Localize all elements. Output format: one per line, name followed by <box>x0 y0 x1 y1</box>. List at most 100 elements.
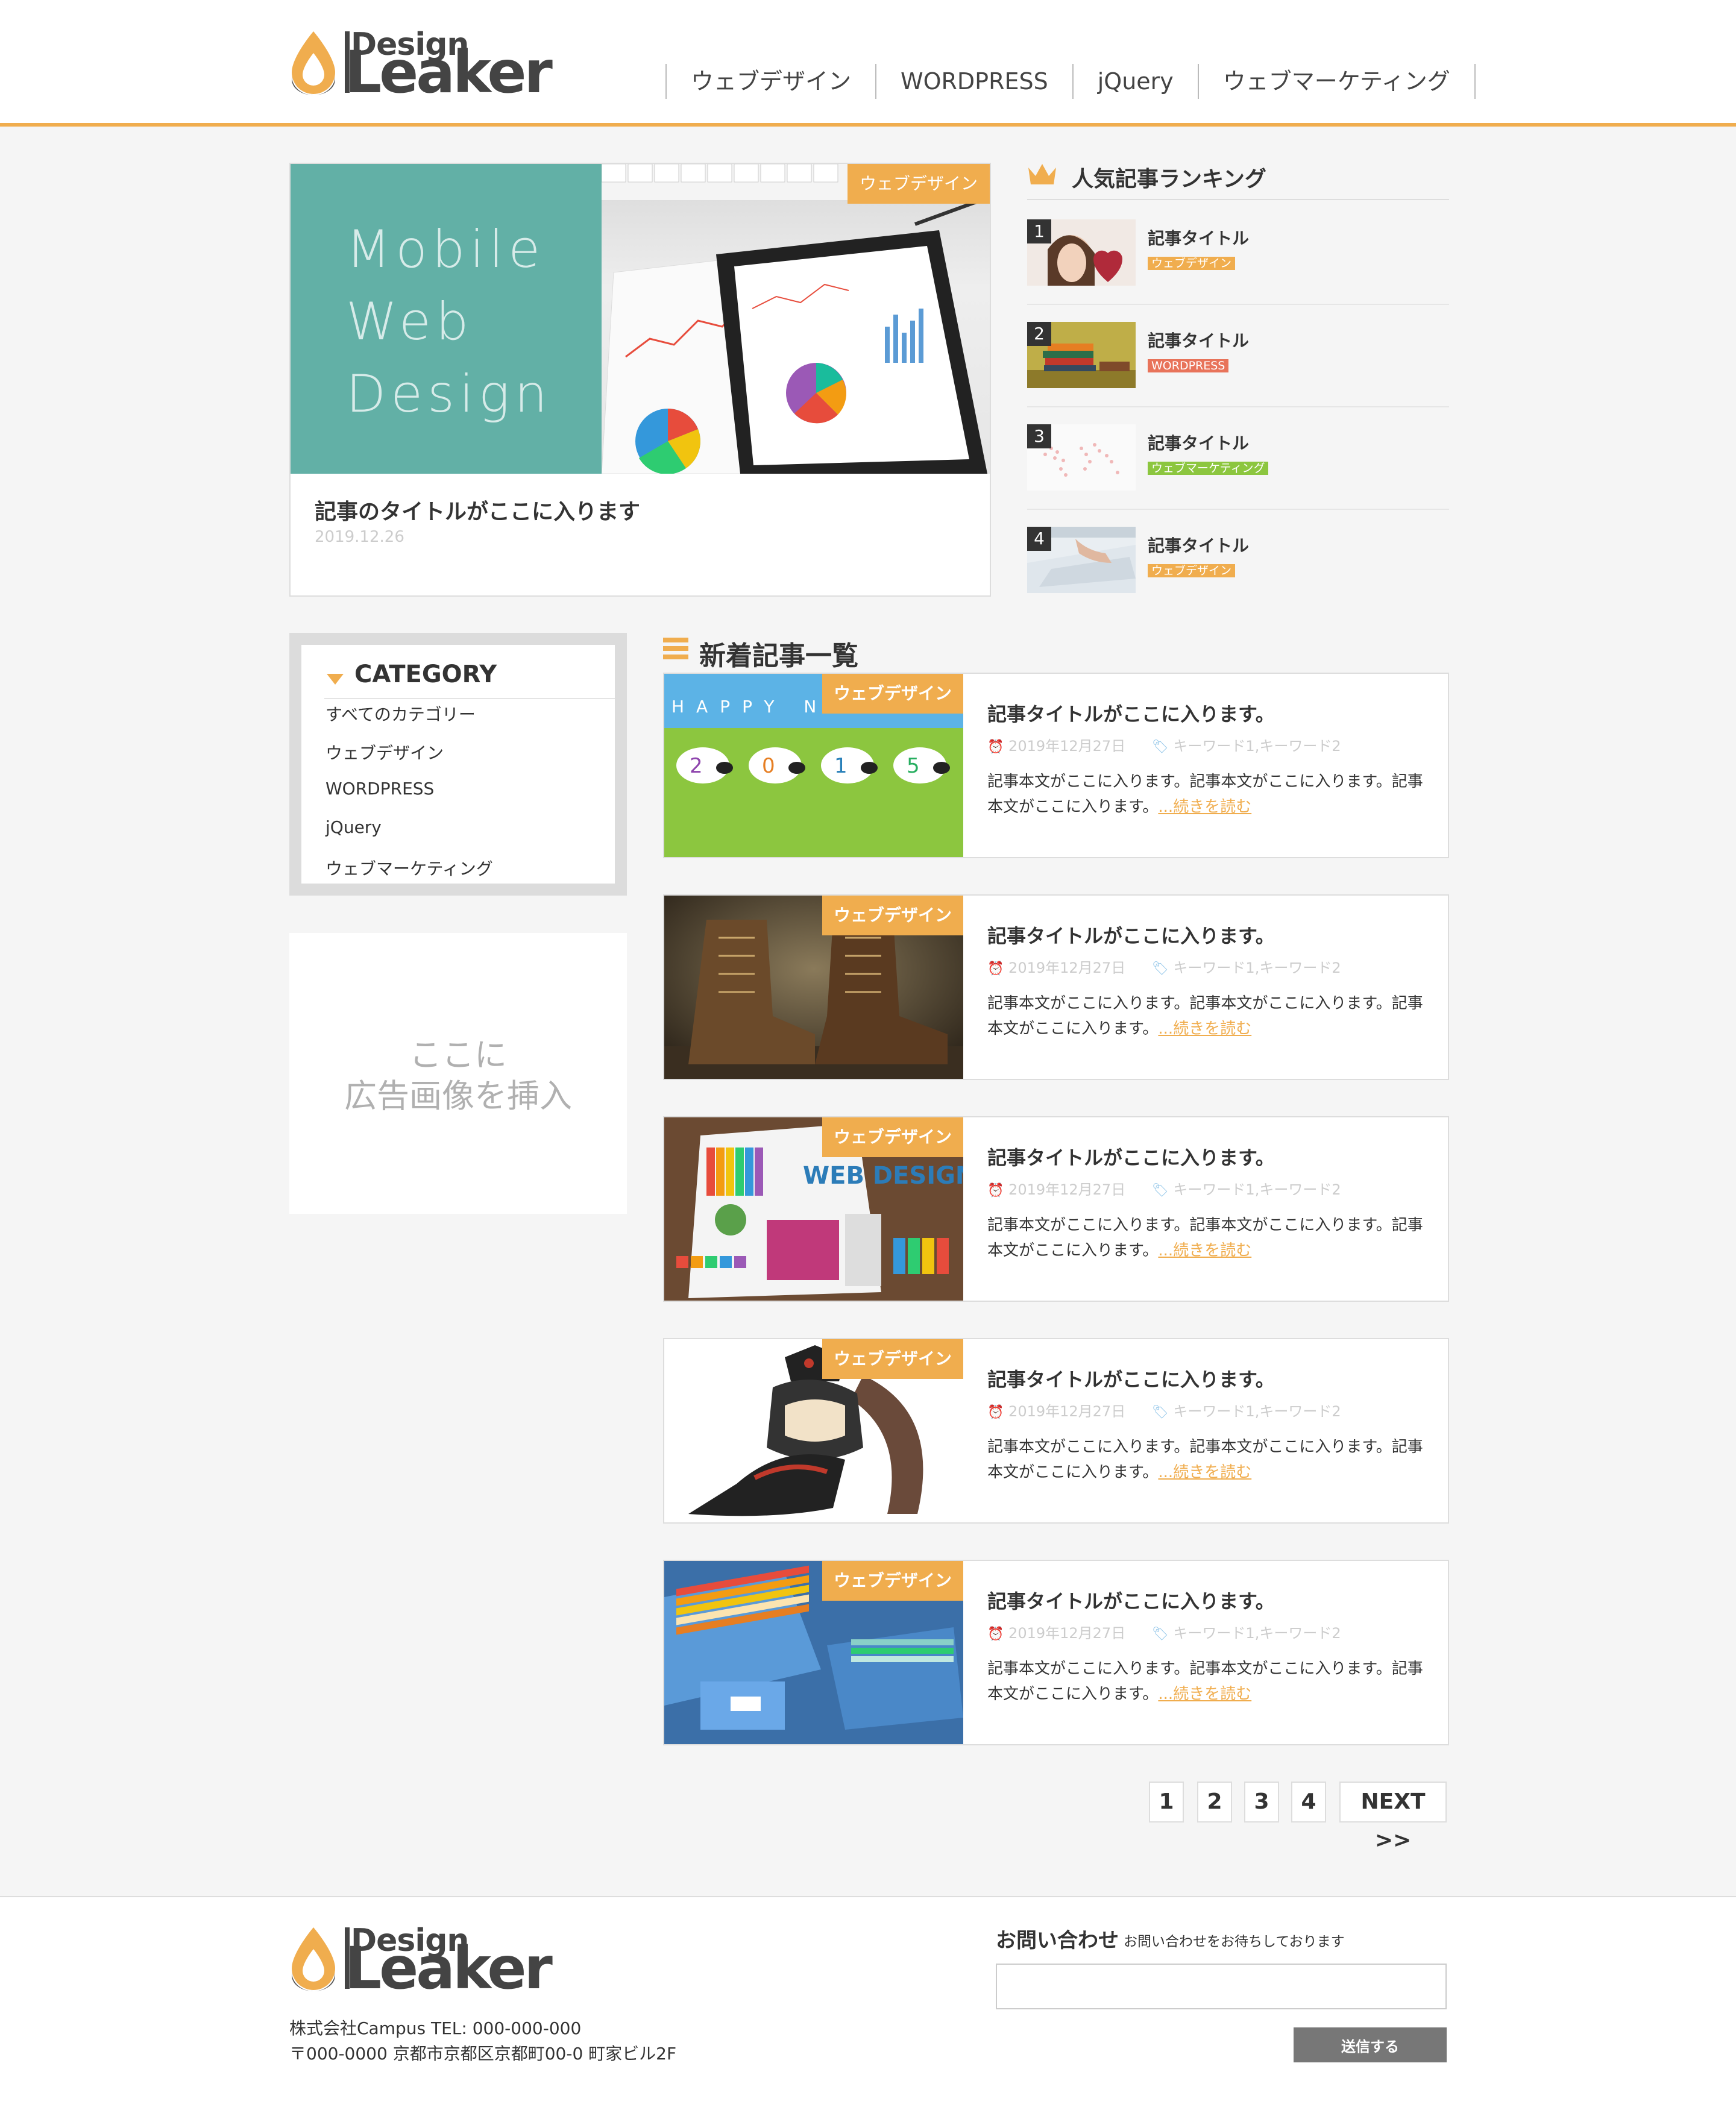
article-category-badge[interactable]: ウェブデザイン <box>822 1117 963 1157</box>
article-card[interactable]: ウェブデザイン 記事タイトルがここに入ります。 ⏰ 2019年12月27日 🏷 … <box>663 1560 1449 1745</box>
read-more-link[interactable]: ...続きを読む <box>1158 1242 1251 1260</box>
contact-textarea[interactable] <box>996 1964 1447 2009</box>
article-card[interactable]: ウェブデザイン 記事タイトルがここに入ります。 ⏰ 2019年12月27日 🏷 … <box>663 1338 1449 1524</box>
ranking-title-text[interactable]: 記事タイトル <box>1148 328 1249 352</box>
company-info: 株式会社Campus TEL: 000-000-000 <box>289 2018 582 2038</box>
article-thumbnail[interactable]: HAPPY NE 2 0 1 5 ウェブデザイン <box>664 674 963 857</box>
ranking-number: 4 <box>1027 527 1051 551</box>
article-title[interactable]: 記事タイトルがここに入ります。 <box>987 1586 1275 1614</box>
category-item-web-marketing[interactable]: ウェブマーケティング <box>326 856 493 880</box>
ranking-title-text[interactable]: 記事タイトル <box>1148 533 1249 557</box>
site-logo[interactable]: Design Leaker <box>287 27 553 101</box>
nav-item-wordpress[interactable]: WORDPRESS <box>876 64 1074 99</box>
nav-item-jquery[interactable]: jQuery <box>1074 64 1199 99</box>
article-meta: ⏰ 2019年12月27日 🏷 キーワード1,キーワード2 <box>987 734 1341 755</box>
category-item-jquery[interactable]: jQuery <box>326 817 382 837</box>
category-item-web-design[interactable]: ウェブデザイン <box>326 740 444 764</box>
article-keywords: キーワード1,キーワード2 <box>1173 1403 1341 1420</box>
featured-category-badge[interactable]: ウェブデザイン <box>848 164 990 204</box>
read-more-link[interactable]: ...続きを読む <box>1158 1020 1251 1038</box>
article-date: 2019年12月27日 <box>1008 1181 1126 1198</box>
clock-icon: ⏰ <box>987 1627 1004 1642</box>
read-more-link[interactable]: ...続きを読む <box>1158 1685 1251 1703</box>
article-category-badge[interactable]: ウェブデザイン <box>822 896 963 935</box>
article-title[interactable]: 記事タイトルがここに入ります。 <box>987 921 1275 949</box>
article-category-badge[interactable]: ウェブデザイン <box>822 1561 963 1601</box>
article-thumbnail[interactable]: ウェブデザイン <box>664 1561 963 1744</box>
featured-article[interactable]: Mobile Web Design ウェブデザイン 記事のタイトルがここに入りま… <box>289 163 991 597</box>
svg-text:0: 0 <box>762 754 775 778</box>
article-category-badge[interactable]: ウェブデザイン <box>822 674 963 714</box>
ranking-item[interactable]: 3 記事タイトル ウェブマーケティング <box>1027 407 1449 510</box>
tablet-photo: ウェブデザイン <box>602 164 990 474</box>
article-excerpt: 記事本文がここに入ります。記事本文がここに入ります。記事本文がここに入ります。.… <box>987 991 1433 1041</box>
tag-icon: 🏷 <box>1151 961 1169 976</box>
read-more-link[interactable]: ...続きを読む <box>1158 798 1251 816</box>
featured-title[interactable]: 記事のタイトルがここに入ります <box>315 494 640 526</box>
ranking-thumbnail[interactable]: 2 <box>1027 322 1136 388</box>
global-nav: ウェブデザイン WORDPRESS jQuery ウェブマーケティング <box>665 64 1476 99</box>
clock-icon: ⏰ <box>987 739 1004 755</box>
flame-drop-icon <box>292 31 335 95</box>
crown-icon <box>1028 164 1056 184</box>
featured-image-text-panel: Mobile Web Design <box>291 164 602 474</box>
send-button[interactable]: 送信する <box>1294 2027 1447 2062</box>
ranking-title: 人気記事ランキング <box>1072 167 1266 192</box>
ranking-number: 1 <box>1027 219 1051 243</box>
article-meta: ⏰ 2019年12月27日 🏷 キーワード1,キーワード2 <box>987 1399 1341 1421</box>
ad-placeholder[interactable]: ここに 広告画像を挿入 <box>289 933 627 1214</box>
popular-ranking: 人気記事ランキング 1 記事タイトル ウェブデザイン 2 記事タイトル WORD… <box>1027 160 1449 600</box>
article-excerpt: 記事本文がここに入ります。記事本文がここに入ります。記事本文がここに入ります。.… <box>987 1213 1433 1263</box>
tag-icon: 🏷 <box>1151 1405 1169 1420</box>
ranking-number: 2 <box>1027 322 1051 346</box>
featured-image[interactable]: Mobile Web Design ウェブデザイン <box>291 164 990 474</box>
triangle-down-icon <box>327 674 344 685</box>
article-thumbnail[interactable]: ウェブデザイン <box>664 896 963 1079</box>
article-title[interactable]: 記事タイトルがここに入ります。 <box>987 1143 1275 1170</box>
ranking-item[interactable]: 2 記事タイトル WORDPRESS <box>1027 305 1449 407</box>
contact-subtitle: お問い合わせをお待ちしております <box>1124 1934 1345 1950</box>
ranking-tag[interactable]: WORDPRESS <box>1148 359 1229 372</box>
article-meta: ⏰ 2019年12月27日 🏷 キーワード1,キーワード2 <box>987 1621 1341 1642</box>
ranking-thumbnail[interactable]: 4 <box>1027 527 1136 593</box>
ranking-item[interactable]: 4 記事タイトル ウェブデザイン <box>1027 510 1449 612</box>
ranking-item[interactable]: 1 記事タイトル ウェブデザイン <box>1027 203 1449 305</box>
read-more-link[interactable]: ...続きを読む <box>1158 1463 1251 1481</box>
next-page-button[interactable]: NEXT >> <box>1339 1782 1447 1853</box>
tablet-chart-illustration <box>602 164 990 474</box>
article-card[interactable]: ウェブデザイン 記事タイトルがここに入ります。 ⏰ 2019年12月27日 🏷 … <box>663 894 1449 1080</box>
ranking-title-text[interactable]: 記事タイトル <box>1148 430 1249 454</box>
article-keywords: キーワード1,キーワード2 <box>1173 1625 1341 1642</box>
article-excerpt: 記事本文がここに入ります。記事本文がここに入ります。記事本文がここに入ります。.… <box>987 769 1433 820</box>
article-card[interactable]: WEB DESIGN ウェブデザイン 記事タイトルがここに入ります。 ⏰ 201… <box>663 1116 1449 1302</box>
svg-text:2: 2 <box>690 754 703 778</box>
contact-title: お問い合わせ <box>996 1929 1119 1953</box>
article-card[interactable]: HAPPY NE 2 0 1 5 ウェブデザイン 記事タイトルがここに入ります。… <box>663 673 1449 858</box>
footer-logo[interactable]: Design Leaker <box>287 1923 553 1997</box>
article-title[interactable]: 記事タイトルがここに入ります。 <box>987 699 1275 727</box>
article-category-badge[interactable]: ウェブデザイン <box>822 1339 963 1379</box>
article-thumbnail[interactable]: ウェブデザイン <box>664 1339 963 1522</box>
article-thumbnail[interactable]: WEB DESIGN ウェブデザイン <box>664 1117 963 1301</box>
ranking-title-text[interactable]: 記事タイトル <box>1148 225 1249 250</box>
page-1-button[interactable]: 1 <box>1149 1782 1184 1823</box>
page-2-button[interactable]: 2 <box>1197 1782 1232 1823</box>
ranking-thumbnail[interactable]: 1 <box>1027 219 1136 286</box>
page-3-button[interactable]: 3 <box>1244 1782 1279 1823</box>
ranking-tag[interactable]: ウェブデザイン <box>1148 564 1236 577</box>
featured-image-line-1: Mobile <box>346 219 546 280</box>
ranking-thumbnail[interactable]: 3 <box>1027 424 1136 491</box>
ranking-tag[interactable]: ウェブデザイン <box>1148 257 1236 270</box>
nav-item-web-design[interactable]: ウェブデザイン <box>667 64 877 99</box>
nav-item-web-marketing[interactable]: ウェブマーケティング <box>1199 64 1476 99</box>
article-meta: ⏰ 2019年12月27日 🏷 キーワード1,キーワード2 <box>987 1178 1341 1199</box>
category-item-wordpress[interactable]: WORDPRESS <box>326 779 434 799</box>
svg-text:5: 5 <box>907 754 920 778</box>
article-date: 2019年12月27日 <box>1008 959 1126 976</box>
ranking-tag[interactable]: ウェブマーケティング <box>1148 462 1269 475</box>
web-design-image-text: WEB DESIGN <box>803 1162 963 1190</box>
page-4-button[interactable]: 4 <box>1291 1782 1326 1823</box>
article-title[interactable]: 記事タイトルがここに入ります。 <box>987 1364 1275 1392</box>
category-item-all[interactable]: すべてのカテゴリー <box>326 702 476 726</box>
article-excerpt: 記事本文がここに入ります。記事本文がここに入ります。記事本文がここに入ります。.… <box>987 1656 1433 1707</box>
